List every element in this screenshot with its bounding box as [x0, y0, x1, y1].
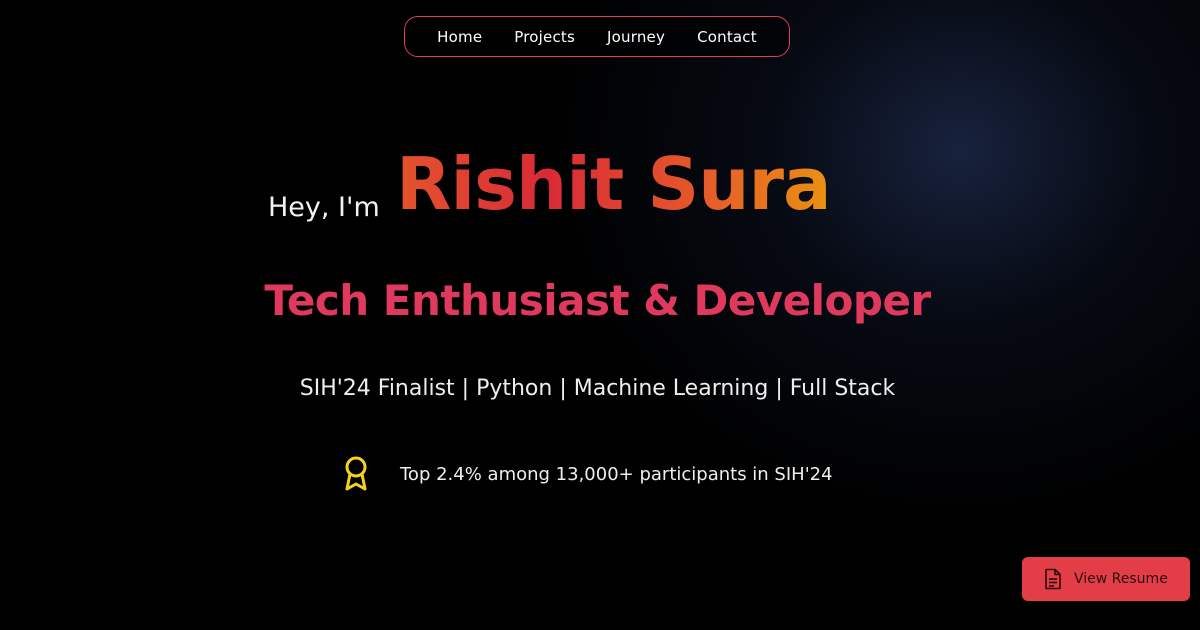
- view-resume-button[interactable]: View Resume: [1022, 557, 1190, 601]
- document-icon: [1045, 568, 1061, 590]
- award-icon: [345, 456, 367, 491]
- hero-name: Rishit Sura: [396, 136, 832, 232]
- nav-item-projects[interactable]: Projects: [514, 28, 575, 46]
- hero-greeting: Hey, I'm: [268, 192, 380, 223]
- nav-item-journey[interactable]: Journey: [607, 28, 665, 46]
- top-nav: Home Projects Journey Contact: [404, 16, 790, 57]
- nav-item-home[interactable]: Home: [437, 28, 482, 46]
- hero-heading: Hey, I'm Rishit Sura: [0, 136, 1200, 236]
- nav-item-contact[interactable]: Contact: [697, 28, 757, 46]
- hero-role: Tech Enthusiast & Developer: [264, 276, 931, 325]
- hero-skills: SIH'24 Finalist | Python | Machine Learn…: [299, 376, 896, 401]
- achievement: Top 2.4% among 13,000+ participants in S…: [342, 454, 833, 494]
- view-resume-label: View Resume: [1074, 571, 1168, 587]
- achievement-text: Top 2.4% among 13,000+ participants in S…: [400, 463, 833, 485]
